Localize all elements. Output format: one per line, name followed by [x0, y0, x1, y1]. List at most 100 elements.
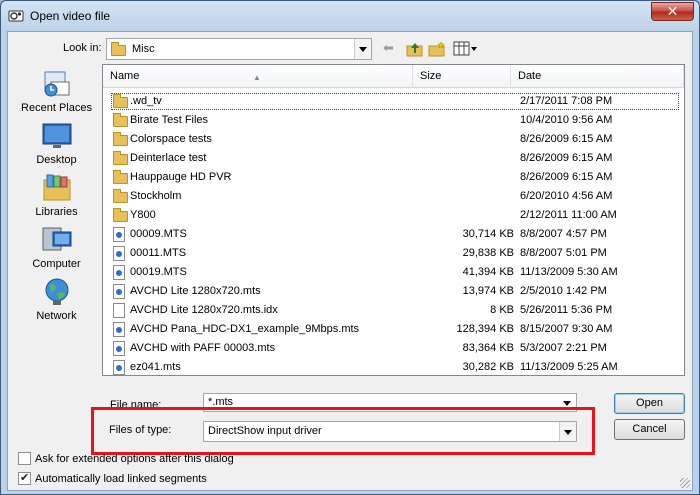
- column-size-label: Size: [420, 70, 442, 82]
- look-in-label: Look in:: [63, 42, 102, 54]
- file-date: 8/26/2009 6:15 AM: [520, 171, 613, 183]
- extended-options-checkbox[interactable]: [18, 452, 31, 465]
- file-name: Hauppauge HD PVR: [130, 171, 232, 183]
- place-network[interactable]: Network: [14, 276, 99, 322]
- up-one-level-icon[interactable]: [406, 41, 424, 57]
- folder-icon: [113, 208, 128, 222]
- file-date: 8/15/2007 9:30 AM: [520, 323, 613, 335]
- place-recent-places[interactable]: Recent Places: [14, 68, 99, 114]
- file-name-label: File name:: [110, 399, 162, 411]
- document-icon: [113, 303, 125, 318]
- app-gear-icon: [8, 10, 24, 22]
- chevron-down-icon[interactable]: [354, 39, 371, 59]
- file-name: 00009.MTS: [130, 228, 187, 240]
- back-arrow-icon[interactable]: ⬅: [383, 41, 399, 57]
- close-icon: ✕: [666, 3, 679, 19]
- open-video-file-dialog: Open video file ✕ Look in: Misc ⬅ Recent…: [0, 0, 700, 495]
- sort-ascending-icon: ▲: [253, 73, 261, 82]
- file-row[interactable]: AVCHD Pana_HDC-DX1_example_9Mbps.mts 128,…: [103, 320, 684, 339]
- column-header-size[interactable]: Size: [413, 65, 511, 88]
- file-date: 6/20/2010 4:56 AM: [520, 190, 613, 202]
- file-date: 8/8/2007 5:01 PM: [520, 247, 607, 259]
- files-of-type-select[interactable]: DirectShow input driver: [203, 421, 577, 442]
- file-name: 00011.MTS: [130, 247, 187, 259]
- file-row[interactable]: AVCHD with PAFF 00003.mts 83,364 KB 5/3/20…: [103, 339, 684, 358]
- file-name: AVCHD Lite 1280x720.mts: [130, 285, 261, 297]
- place-computer[interactable]: Computer: [14, 224, 99, 270]
- folder-icon: [113, 151, 128, 165]
- resize-grip[interactable]: [680, 478, 690, 488]
- file-date: 5/3/2007 2:21 PM: [520, 342, 607, 354]
- video-file-icon: [113, 341, 125, 356]
- file-row[interactable]: 00019.MTS 41,394 KB 11/13/2009 5:30 AM: [103, 263, 684, 282]
- file-size: 128,394 KB: [456, 323, 515, 335]
- open-button[interactable]: Open: [614, 393, 685, 414]
- recent-places-icon: [44, 71, 69, 97]
- file-list[interactable]: Name ▲ Size Date .wd_tv 2/17/2011 7:08 PM…: [102, 64, 685, 376]
- folder-icon: [113, 113, 128, 127]
- folder-row[interactable]: Birate Test Files 10/4/2010 9:56 AM: [103, 111, 684, 130]
- folder-icon: [113, 189, 128, 203]
- linked-segments-checkbox[interactable]: [18, 471, 31, 485]
- file-row[interactable]: 00009.MTS 30,714 KB 8/8/2007 4:57 PM: [103, 225, 684, 244]
- cancel-button[interactable]: Cancel: [614, 419, 685, 440]
- column-header-name[interactable]: Name ▲: [103, 65, 413, 88]
- place-desktop[interactable]: Desktop: [14, 120, 99, 166]
- chevron-down-icon[interactable]: [559, 422, 576, 441]
- file-size: 8 KB: [490, 304, 514, 316]
- dialog-client-area: Look in: Misc ⬅ Recent Places Desktop Li…: [7, 31, 693, 491]
- place-label: Libraries: [35, 206, 78, 218]
- file-date: 2/5/2010 1:42 PM: [520, 285, 607, 297]
- place-label: Desktop: [36, 154, 77, 166]
- file-date: 5/26/2011 5:36 PM: [520, 304, 613, 316]
- folder-row[interactable]: Hauppauge HD PVR 8/26/2009 6:15 AM: [103, 168, 684, 187]
- file-size: 83,364 KB: [462, 342, 514, 354]
- window-title: Open video file: [30, 9, 111, 23]
- column-header-date[interactable]: Date: [511, 65, 684, 88]
- folder-row[interactable]: Colorspace tests 8/26/2009 6:15 AM: [103, 130, 684, 149]
- folder-icon: [113, 132, 128, 146]
- folder-row[interactable]: Y800 2/12/2011 11:00 AM: [103, 206, 684, 225]
- place-label: Recent Places: [21, 102, 92, 114]
- file-row[interactable]: AVCHD Lite 1280x720.mts.idx 8 KB 5/26/2011…: [103, 301, 684, 320]
- file-name: Colorspace tests: [130, 133, 212, 145]
- files-of-type-value: DirectShow input driver: [208, 425, 322, 437]
- file-size: 41,394 KB: [462, 266, 514, 278]
- close-button[interactable]: ✕: [651, 2, 694, 21]
- file-name: Deinterlace test: [130, 152, 207, 164]
- file-row[interactable]: ez041.mts 30,282 KB 11/13/2009 5:25 AM: [103, 358, 684, 377]
- folder-icon: [113, 170, 128, 184]
- folder-row[interactable]: .wd_tv 2/17/2011 7:08 PM: [103, 92, 684, 111]
- file-name: 00019.MTS: [130, 266, 187, 278]
- file-date: 2/12/2011 11:00 AM: [520, 209, 617, 221]
- video-file-icon: [113, 322, 125, 337]
- look-in-combobox[interactable]: Misc: [106, 38, 372, 60]
- folder-row[interactable]: Stockholm 6/20/2010 4:56 AM: [103, 187, 684, 206]
- folder-icon: [111, 42, 126, 56]
- look-in-value: Misc: [132, 43, 155, 55]
- video-file-icon: [113, 227, 125, 242]
- new-folder-icon[interactable]: [428, 41, 446, 57]
- folder-row[interactable]: Deinterlace test 8/26/2009 6:15 AM: [103, 149, 684, 168]
- column-date-label: Date: [518, 70, 542, 82]
- file-date: 10/4/2010 9:56 AM: [520, 114, 613, 126]
- file-date: 8/8/2007 4:57 PM: [520, 228, 607, 240]
- file-size: 13,974 KB: [462, 285, 514, 297]
- linked-segments-label: Automatically load linked segments: [35, 473, 207, 485]
- file-row[interactable]: AVCHD Lite 1280x720.mts 13,974 KB 2/5/2010…: [103, 282, 684, 301]
- file-name: Y800: [130, 209, 156, 221]
- file-name: Stockholm: [130, 190, 182, 202]
- file-name-input[interactable]: *.mts: [203, 393, 577, 412]
- chevron-down-icon[interactable]: [559, 394, 576, 411]
- place-libraries[interactable]: Libraries: [14, 172, 99, 218]
- file-name: AVCHD with PAFF 00003.mts: [130, 342, 276, 354]
- title-bar[interactable]: Open video file ✕: [1, 1, 699, 31]
- place-label: Network: [36, 310, 77, 322]
- file-date: 8/26/2009 6:15 AM: [520, 133, 613, 145]
- network-icon: [45, 278, 68, 305]
- file-name: ez041.mts: [130, 361, 181, 373]
- view-menu-icon[interactable]: [453, 41, 478, 57]
- file-row[interactable]: 00011.MTS 29,838 KB 8/8/2007 5:01 PM: [103, 244, 684, 263]
- column-header-row: Name ▲ Size Date: [103, 65, 684, 88]
- libraries-icon: [43, 174, 70, 201]
